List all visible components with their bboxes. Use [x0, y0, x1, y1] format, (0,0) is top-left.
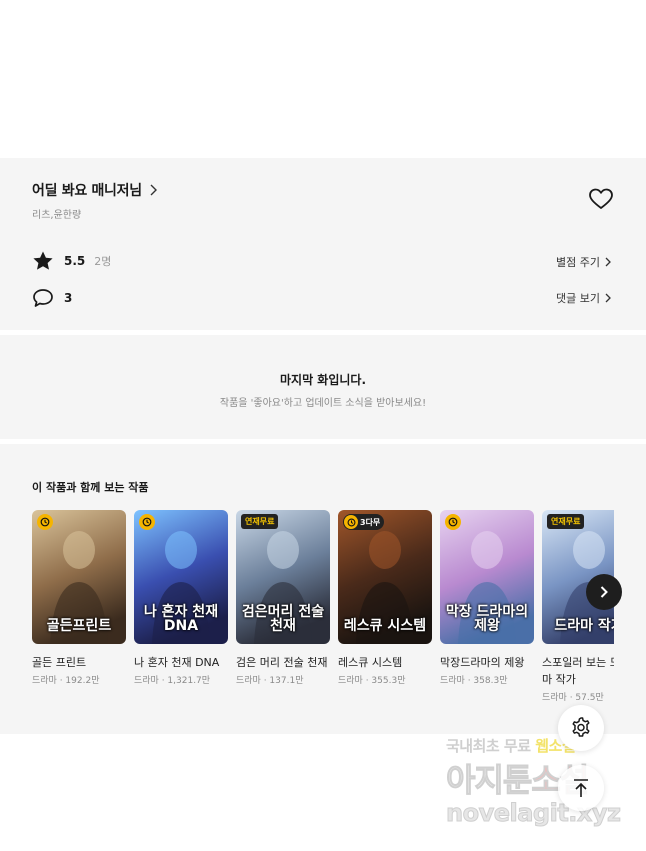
recommendation-card[interactable]: 골든프린트골든 프린트드라마 · 192.2만: [32, 510, 126, 686]
series-title: 어딜 봐요 매니저님: [32, 183, 142, 199]
recommendation-thumbnail: 검은머리 전술천재 연재무료: [236, 510, 330, 644]
free-badge: 연재무료: [241, 514, 279, 529]
gear-icon: [572, 717, 590, 737]
carousel-next-button[interactable]: [586, 574, 622, 610]
series-title-link[interactable]: 어딜 봐요 매니저님: [32, 180, 158, 200]
recommendation-meta: 드라마 · 355.3만: [338, 676, 406, 686]
comment-count: 3: [64, 291, 73, 305]
clock-badge-icon: [37, 514, 53, 530]
recommendation-title: 골든 프린트: [32, 656, 87, 669]
free-badge: 연재무료: [547, 514, 585, 529]
wait-free-badge: 3다무: [343, 514, 385, 530]
comment-row: 3: [32, 287, 72, 309]
last-episode-subtitle: 작품을 '좋아요'하고 업데이트 소식을 받아보세요!: [219, 398, 427, 409]
series-info-card: 어딜 봐요 매니저님 리츠,윤한량 5.5 2명 별점 주기 3 댓글 보기: [0, 158, 646, 330]
rating-row: 5.5 2명: [32, 250, 111, 272]
rating-count: 2명: [94, 255, 112, 268]
clock-badge-icon: [445, 514, 461, 530]
watermark-line1: 국내최초 무료 웹소설: [446, 737, 576, 755]
recommendation-thumbnail: 막장 드라마의 제왕: [440, 510, 534, 644]
page: 어딜 봐요 매니저님 리츠,윤한량 5.5 2명 별점 주기 3 댓글 보기 마…: [0, 0, 646, 851]
scroll-top-button[interactable]: [558, 765, 604, 811]
cover-title: 나 혼자 천재 DNA: [143, 603, 219, 635]
recommendation-meta: 드라마 · 192.2만: [32, 676, 100, 686]
rating-value: 5.5: [64, 254, 86, 268]
recommendation-card[interactable]: 나 혼자 천재 DNA 나 혼자 천재 DNA 드라마 · 1,321.7만: [134, 510, 228, 686]
recommendation-meta: 드라마 · 358.3만: [440, 676, 508, 686]
recommendation-title: 나 혼자 천재 DNA: [134, 656, 220, 669]
star-icon: [33, 251, 53, 270]
comments-label: 댓글 보기: [556, 292, 600, 305]
cover-title: 레스큐 시스템: [343, 618, 427, 635]
recommendation-title: 검은 머리 전술 천재: [236, 656, 328, 669]
arrow-up-icon: [574, 779, 588, 797]
recommendation-meta: 드라마 · 1,321.7만: [134, 676, 211, 686]
cover-title: 검은머리 전술천재: [241, 603, 325, 635]
recommendation-card[interactable]: 검은머리 전술천재 연재무료검은 머리 전술 천재드라마 · 137.1만: [236, 510, 330, 686]
last-episode-title: 마지막 화입니다.: [279, 373, 367, 387]
recommendation-meta: 드라마 · 137.1만: [236, 676, 304, 686]
chevron-right-icon: [600, 586, 608, 598]
recommendation-title: 레스큐 시스템: [338, 656, 403, 669]
clock-badge-icon: [139, 514, 155, 530]
cover-title: 드라마 작가: [554, 618, 614, 635]
recommendation-thumbnail: 나 혼자 천재 DNA: [134, 510, 228, 644]
recommendation-meta: 드라마 · 57.5만: [542, 693, 604, 703]
chevron-right-icon: [150, 184, 157, 196]
recommendation-title: 막장드라마의 제왕: [440, 656, 525, 669]
cover-title: 막장 드라마의 제왕: [445, 603, 529, 635]
last-episode-notice: 마지막 화입니다. 작품을 '좋아요'하고 업데이트 소식을 받아보세요!: [0, 335, 646, 439]
comments-button[interactable]: 댓글 보기: [556, 290, 612, 306]
clock-icon: [344, 515, 358, 529]
recommendation-card[interactable]: 레스큐 시스템 3다무레스큐 시스템드라마 · 355.3만: [338, 510, 432, 686]
cover-title: 골든프린트: [46, 618, 112, 635]
recommendations-heading: 이 작품과 함께 보는 작품: [32, 481, 149, 494]
recommendation-thumbnail: 골든프린트: [32, 510, 126, 644]
recommendations-carousel[interactable]: 골든프린트 골든 프린트 드라마 · 192.2만 나 혼자 천재 DNA 나 혼자 천…: [32, 510, 614, 730]
rate-button[interactable]: 별점 주기: [556, 254, 612, 270]
speech-bubble-icon: [33, 289, 53, 307]
recommendations-section: 이 작품과 함께 보는 작품 골든프린트 골든 프린트 드라마 · 192.2만 나 …: [0, 444, 646, 734]
chevron-right-icon: [605, 257, 611, 267]
rate-label: 별점 주기: [556, 256, 600, 269]
series-authors: 리츠,윤한량: [32, 210, 82, 221]
heart-outline-icon[interactable]: [588, 187, 614, 211]
recommendation-thumbnail: 레스큐 시스템 3다무: [338, 510, 432, 644]
recommendation-title: 스포일러 보는 드라마 작가: [542, 656, 614, 686]
chevron-right-icon: [605, 293, 611, 303]
recommendation-card[interactable]: 막장 드라마의 제왕막장드라마의 제왕드라마 · 358.3만: [440, 510, 534, 686]
badge-label: 3다무: [360, 517, 381, 527]
settings-button[interactable]: [558, 705, 604, 751]
